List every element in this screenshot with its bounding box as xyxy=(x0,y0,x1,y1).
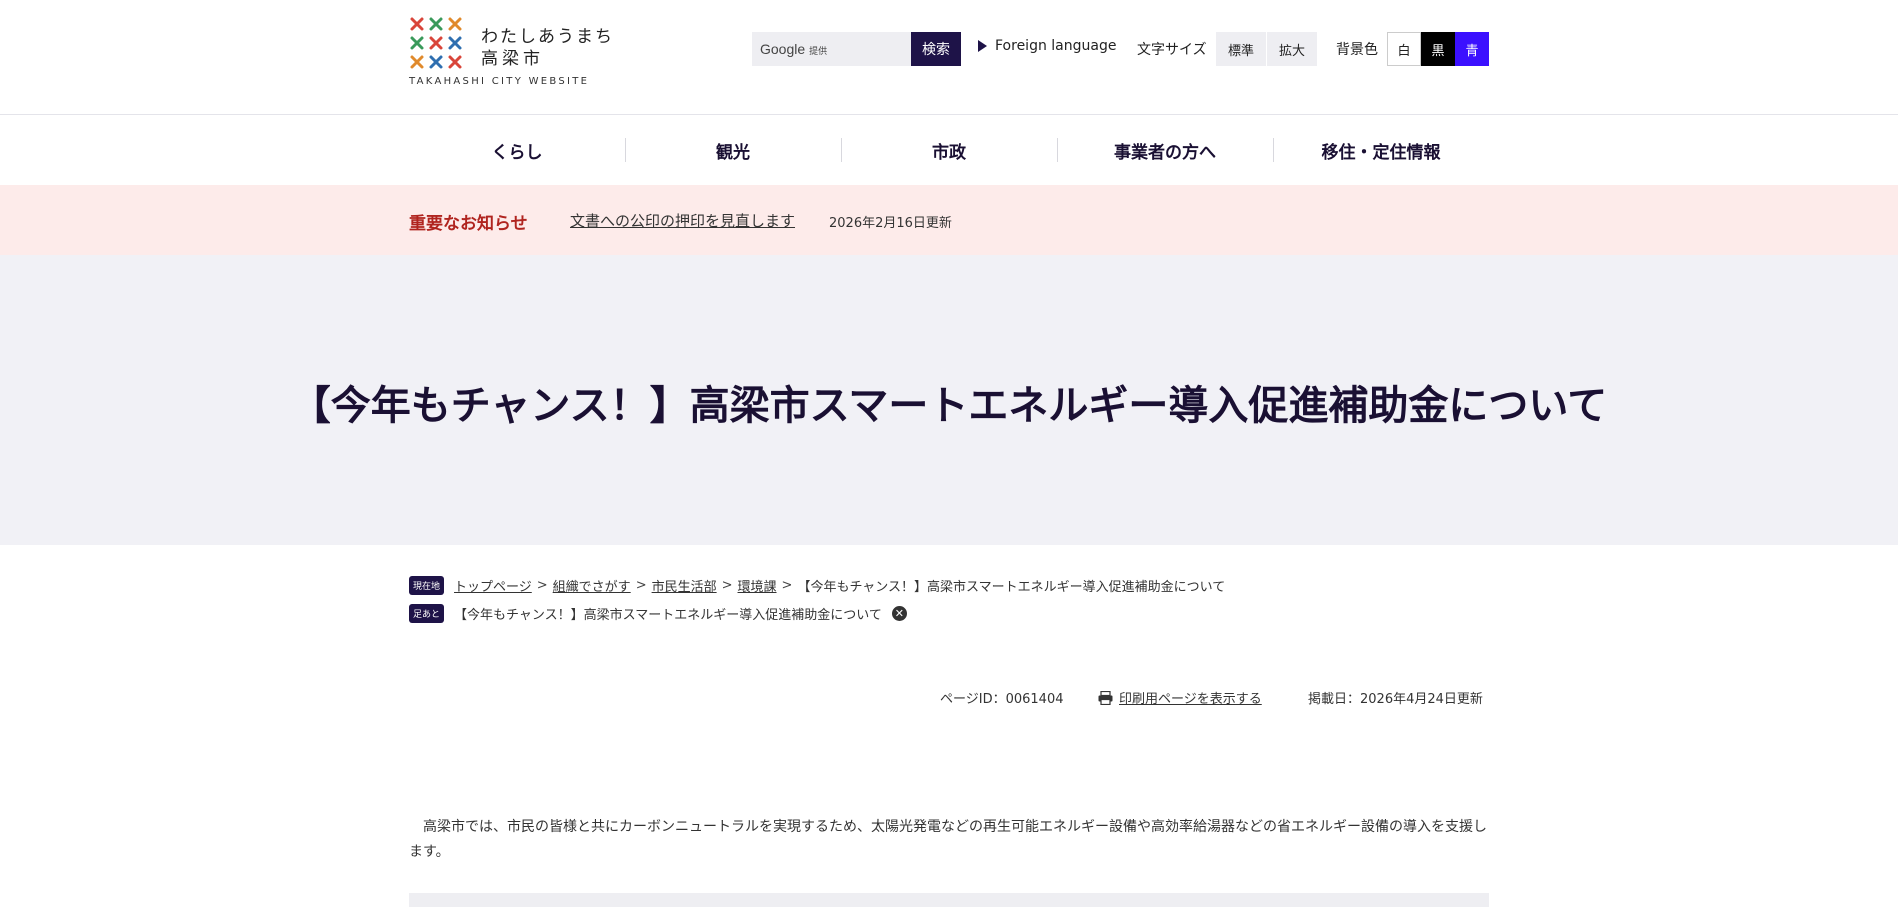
title-band: 【今年もチャンス！】高梁市スマートエネルギー導入促進補助金について xyxy=(0,255,1898,545)
page: わたしあうまち 高梁市 TAKAHASHI CITY WEBSITE Googl… xyxy=(0,0,1898,907)
site-header: わたしあうまち 高梁市 TAKAHASHI CITY WEBSITE Googl… xyxy=(0,0,1898,115)
breadcrumb-link[interactable]: 組織でさがす xyxy=(553,576,631,595)
font-size-label: 文字サイズ xyxy=(1137,42,1207,58)
breadcrumb-separator: > xyxy=(635,578,647,593)
search-input[interactable]: Google 提供 xyxy=(752,32,911,66)
footprint-item[interactable]: 【今年もチャンス！】高梁市スマートエネルギー導入促進補助金について xyxy=(454,604,882,623)
logo-mark-icon xyxy=(410,17,462,69)
close-icon[interactable]: ✕ xyxy=(891,606,907,621)
bg-black-button[interactable]: 黒 xyxy=(1421,32,1455,66)
breadcrumb-tag: 現在地 xyxy=(409,576,445,595)
page-id: ページID：0061404 xyxy=(940,692,1064,707)
footprint-tag: 足あと xyxy=(409,604,445,623)
footprint-trail: 足あと 【今年もチャンス！】高梁市スマートエネルギー導入促進補助金について ✕ xyxy=(409,604,907,623)
print-page-link[interactable]: 印刷用ページを表示する xyxy=(1098,688,1262,707)
nav-item-kanko[interactable]: 観光 xyxy=(625,115,841,185)
bg-white-button[interactable]: 白 xyxy=(1387,32,1421,66)
search-button[interactable]: 検索 xyxy=(911,32,961,66)
global-nav: くらし 観光 市政 事業者の方へ 移住・定住情報 xyxy=(409,115,1489,185)
breadcrumb-current: 【今年もチャンス！】高梁市スマートエネルギー導入促進補助金について xyxy=(797,580,1226,595)
font-size-standard-button[interactable]: 標準 xyxy=(1216,32,1266,66)
bg-blue-button[interactable]: 青 xyxy=(1455,32,1489,66)
published-date: 掲載日：2026年4月24日更新 xyxy=(1308,692,1483,707)
foreign-language-link[interactable]: Foreign language xyxy=(978,38,1116,54)
breadcrumb-separator: > xyxy=(536,578,548,593)
notice-date: 2026年2月16日更新 xyxy=(829,216,952,231)
nav-item-kurashi[interactable]: くらし xyxy=(409,115,625,185)
nav-item-migration[interactable]: 移住・定住情報 xyxy=(1273,115,1489,185)
notice-label: 重要なお知らせ xyxy=(409,214,528,234)
search-provider: Google 提供 xyxy=(760,41,827,57)
logo-city-name: 高梁市 xyxy=(481,49,544,69)
site-logo[interactable]: わたしあうまち 高梁市 TAKAHASHI CITY WEBSITE xyxy=(409,16,612,90)
foreign-language-label: Foreign language xyxy=(995,38,1117,54)
notice-link[interactable]: 文書への公印の押印を見直します xyxy=(570,210,795,231)
breadcrumb-separator: > xyxy=(721,578,733,593)
nav-item-business[interactable]: 事業者の方へ xyxy=(1057,115,1273,185)
breadcrumb-link[interactable]: トップページ xyxy=(454,576,532,595)
printer-icon xyxy=(1098,690,1113,705)
logo-subtitle: TAKAHASHI CITY WEBSITE xyxy=(409,76,590,87)
bg-color-label: 背景色 xyxy=(1336,42,1378,58)
search-provider-name: Google xyxy=(760,41,806,57)
breadcrumb-link[interactable]: 環境課 xyxy=(738,576,777,595)
font-size-large-button[interactable]: 拡大 xyxy=(1267,32,1317,66)
important-notice-bar: 重要なお知らせ 文書への公印の押印を見直します 2026年2月16日更新 xyxy=(0,185,1898,255)
intro-paragraph: 高梁市では、市民の皆様と共にカーボンニュートラルを実現するため、太陽光発電などの… xyxy=(409,819,1487,860)
nav-item-shisei[interactable]: 市政 xyxy=(841,115,1057,185)
print-link-label: 印刷用ページを表示する xyxy=(1119,692,1262,707)
breadcrumb-link[interactable]: 市民生活部 xyxy=(652,576,717,595)
page-title: 【今年もチャンス！】高梁市スマートエネルギー導入促進補助金について xyxy=(290,383,1608,429)
breadcrumb-separator: > xyxy=(781,578,793,593)
breadcrumb: 現在地 トップページ > 組織でさがす > 市民生活部 > 環境課 > 【今年も… xyxy=(409,576,1225,595)
triangle-right-icon xyxy=(978,40,987,52)
search-provider-note: 提供 xyxy=(809,46,828,56)
content-box xyxy=(409,893,1489,907)
